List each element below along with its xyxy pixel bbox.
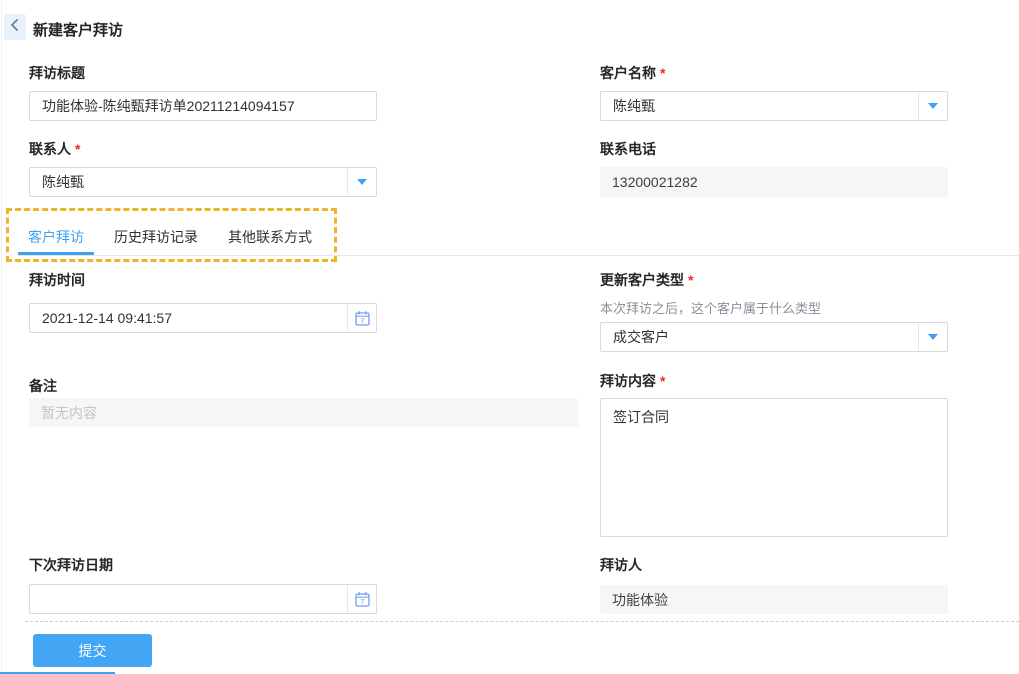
tab-bar-divider — [18, 255, 1019, 256]
required-star: * — [660, 65, 665, 81]
tab-bar: 客户拜访 历史拜访记录 其他联系方式 — [28, 227, 312, 247]
customer-type-hint: 本次拜访之后，这个客户属于什么类型 — [600, 301, 821, 317]
chevron-left-icon — [9, 18, 21, 37]
next-visit-date-text[interactable] — [30, 585, 347, 613]
visitor-value: 功能体验 — [600, 585, 948, 614]
submit-button[interactable]: 提交 — [33, 634, 152, 667]
svg-text:7: 7 — [360, 597, 364, 606]
visit-time-input[interactable]: 7 — [29, 303, 377, 333]
remark-field: 暂无内容 — [29, 398, 578, 427]
customer-name-value: 陈纯甄 — [601, 92, 918, 120]
customer-name-label: 客户名称* — [600, 64, 665, 82]
required-star: * — [688, 272, 693, 288]
customer-name-select[interactable]: 陈纯甄 — [600, 91, 948, 121]
required-star: * — [660, 373, 665, 389]
tab-other-contacts[interactable]: 其他联系方式 — [228, 227, 312, 247]
page-left-border — [1, 0, 2, 674]
page-title: 新建客户拜访 — [33, 19, 123, 40]
tab-visit-history[interactable]: 历史拜访记录 — [114, 227, 198, 247]
required-star: * — [75, 141, 80, 157]
new-customer-visit-page: 新建客户拜访 拜访标题 客户名称* 陈纯甄 联系人* 陈纯甄 联系电话 1320… — [0, 0, 1019, 674]
visit-time-text[interactable] — [30, 304, 347, 332]
contact-phone-label: 联系电话 — [600, 140, 656, 158]
customer-type-select[interactable]: 成交客户 — [600, 322, 948, 352]
contact-label: 联系人* — [29, 140, 80, 158]
contact-value: 陈纯甄 — [30, 168, 347, 196]
next-visit-date-label: 下次拜访日期 — [29, 556, 113, 574]
footer-dashed-divider — [25, 621, 1019, 622]
chevron-down-icon[interactable] — [347, 168, 376, 196]
visit-content-textarea[interactable]: 签订合同 — [600, 398, 948, 537]
customer-type-label: 更新客户类型* — [600, 271, 693, 289]
back-button[interactable] — [4, 14, 26, 40]
tab-customer-visit[interactable]: 客户拜访 — [28, 227, 84, 247]
visit-content-label: 拜访内容* — [600, 372, 665, 390]
active-tab-underline — [18, 252, 94, 255]
visitor-label: 拜访人 — [600, 556, 642, 574]
visit-title-input[interactable] — [29, 91, 377, 121]
calendar-icon[interactable]: 7 — [347, 304, 376, 332]
next-visit-date-input[interactable]: 7 — [29, 584, 377, 614]
remark-label: 备注 — [29, 377, 57, 395]
contact-phone-value: 13200021282 — [600, 167, 948, 197]
contact-select[interactable]: 陈纯甄 — [29, 167, 377, 197]
svg-text:7: 7 — [360, 316, 364, 325]
chevron-down-icon[interactable] — [918, 92, 947, 120]
chevron-down-icon[interactable] — [918, 323, 947, 351]
calendar-icon[interactable]: 7 — [347, 585, 376, 613]
visit-time-label: 拜访时间 — [29, 271, 85, 289]
visit-title-label: 拜访标题 — [29, 64, 85, 82]
customer-type-value: 成交客户 — [601, 323, 918, 351]
